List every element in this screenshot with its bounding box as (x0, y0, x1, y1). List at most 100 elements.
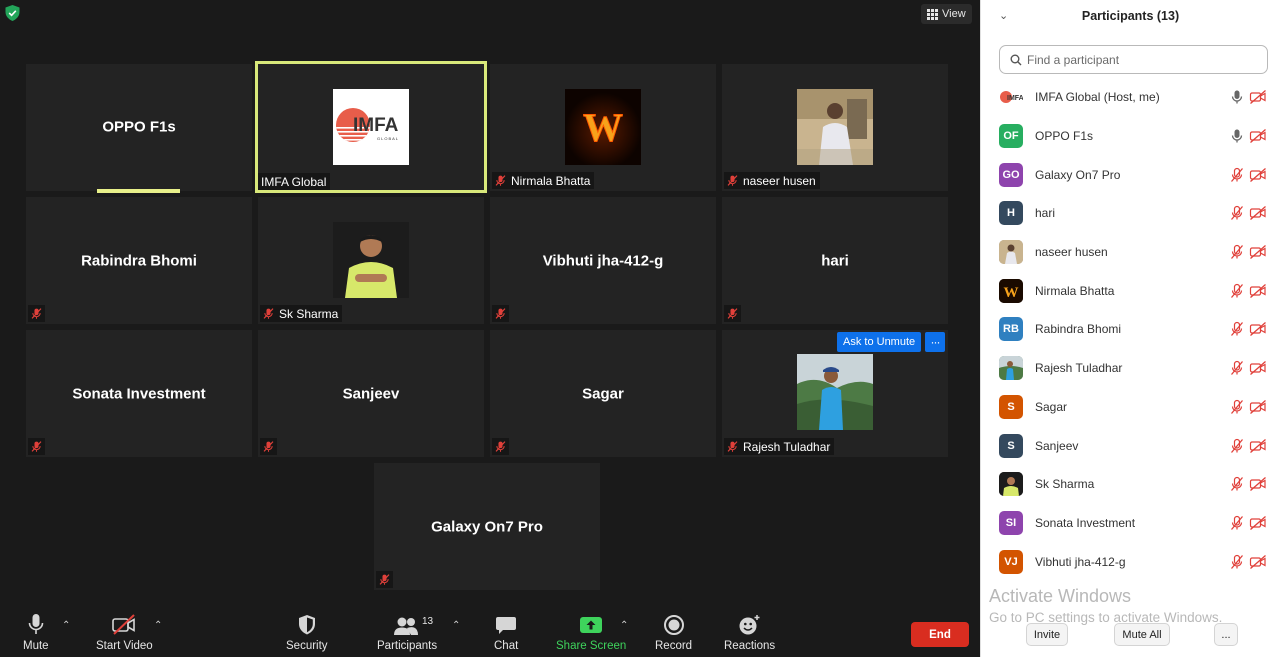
video-tile-vibhuti[interactable]: Vibhuti jha-412-g (490, 197, 716, 324)
panel-more-button[interactable]: ... (1214, 623, 1238, 646)
mic-muted-indicator (492, 438, 509, 455)
participant-list: IMFA IMFA Global (Host, me) OF OPPO F1s GO Ga… (981, 78, 1280, 581)
video-off-icon[interactable] (1249, 554, 1267, 570)
mic-muted-icon[interactable] (1229, 515, 1245, 531)
view-button[interactable]: View (921, 4, 972, 24)
video-options-caret[interactable]: ⌃ (154, 620, 162, 631)
video-off-icon[interactable] (1249, 244, 1267, 260)
mute-button[interactable]: Mute (23, 612, 49, 652)
share-screen-button[interactable]: Share Screen (556, 612, 626, 652)
microphone-icon (27, 612, 45, 636)
video-off-icon[interactable] (1249, 399, 1267, 415)
video-tile-naseer-husen[interactable]: naseer husen (722, 64, 948, 191)
participant-row[interactable]: OF OPPO F1s (981, 117, 1280, 156)
video-off-icon[interactable] (1249, 360, 1267, 376)
encryption-shield-icon[interactable] (5, 5, 20, 21)
participant-name: Sk Sharma (279, 306, 339, 321)
security-label: Security (286, 640, 328, 652)
share-screen-icon (579, 612, 603, 636)
mic-muted-icon[interactable] (1229, 205, 1245, 221)
participant-search[interactable] (999, 45, 1268, 74)
participant-row[interactable]: S Sagar (981, 388, 1280, 427)
participant-name: Sonata Investment (72, 385, 206, 402)
video-off-icon[interactable] (1249, 89, 1267, 105)
video-tile-sk-sharma[interactable]: Sk Sharma (258, 197, 484, 324)
mic-muted-icon (495, 441, 506, 452)
search-input[interactable] (1027, 52, 1247, 67)
chat-button[interactable]: Chat (494, 612, 518, 652)
video-off-icon[interactable] (1249, 128, 1267, 144)
mic-muted-icon[interactable] (1229, 554, 1245, 570)
security-button[interactable]: Security (286, 612, 328, 652)
participant-row[interactable]: Sk Sharma (981, 465, 1280, 504)
participant-name: Rabindra Bhomi (1035, 322, 1122, 337)
start-video-button[interactable]: Start Video (96, 612, 153, 652)
share-options-caret[interactable]: ⌃ (620, 620, 628, 631)
participant-row[interactable]: SI Sonata Investment (981, 504, 1280, 543)
video-off-icon[interactable] (1249, 321, 1267, 337)
video-tile-sonata-investment[interactable]: Sonata Investment (26, 330, 252, 457)
participant-row[interactable]: RB Rabindra Bhomi (981, 310, 1280, 349)
avatar-initials: SI (1005, 516, 1017, 529)
audio-options-caret[interactable]: ⌃ (62, 620, 70, 631)
mute-label: Mute (23, 640, 49, 652)
avatar: SI (999, 510, 1023, 535)
participant-name: Nirmala Bhatta (511, 173, 591, 188)
video-off-icon[interactable] (1249, 205, 1267, 221)
mic-muted-icon (31, 308, 42, 319)
imfa-logo: IMFA GLOBAL (333, 89, 409, 165)
mic-muted-icon[interactable] (1229, 167, 1245, 183)
video-off-icon[interactable] (1249, 438, 1267, 454)
invite-button[interactable]: Invite (1026, 623, 1068, 646)
video-off-icon[interactable] (1249, 515, 1267, 531)
microphone-icon[interactable] (1229, 128, 1245, 144)
video-off-icon[interactable] (1249, 476, 1267, 492)
ask-to-unmute-button[interactable]: Ask to Unmute (837, 332, 922, 352)
video-tile-sanjeev[interactable]: Sanjeev (258, 330, 484, 457)
participant-name: OPPO F1s (102, 118, 176, 135)
participant-row[interactable]: VJ Vibhuti jha-412-g (981, 542, 1280, 581)
avatar: VJ (999, 549, 1023, 574)
video-tile-oppo-f1s[interactable]: OPPO F1s (26, 64, 252, 191)
video-off-icon[interactable] (1249, 167, 1267, 183)
participant-row[interactable]: Hhari (981, 194, 1280, 233)
mute-all-button[interactable]: Mute All (1114, 623, 1170, 646)
video-gallery: View OPPO F1s IMFA GLOBAL IMFA Global W … (0, 0, 980, 657)
tile-more-options-button[interactable]: ··· (925, 332, 945, 352)
reactions-button[interactable]: Reactions (724, 612, 775, 652)
participant-row[interactable]: S Sanjeev (981, 426, 1280, 465)
video-tile-nirmala-bhatta[interactable]: W Nirmala Bhatta (490, 64, 716, 191)
mic-muted-icon[interactable] (1229, 321, 1245, 337)
participant-row[interactable]: IMFA IMFA Global (Host, me) (981, 78, 1280, 117)
participants-options-caret[interactable]: ⌃ (452, 620, 460, 631)
participants-count-badge: 13 (422, 616, 434, 627)
participant-name: naseer husen (743, 173, 816, 188)
mic-muted-icon[interactable] (1229, 438, 1245, 454)
participant-row[interactable]: GO Galaxy On7 Pro (981, 155, 1280, 194)
video-tile-rabindra-bhomi[interactable]: Rabindra Bhomi (26, 197, 252, 324)
mic-muted-icon[interactable] (1229, 360, 1245, 376)
participant-row[interactable]: Rajesh Tuladhar (981, 349, 1280, 388)
participant-name: IMFA Global (Host, me) (1035, 90, 1160, 105)
video-off-icon[interactable] (1249, 283, 1267, 299)
video-tile-sagar[interactable]: Sagar (490, 330, 716, 457)
mic-muted-indicator (260, 438, 277, 455)
video-tile-imfa-global[interactable]: IMFA GLOBAL IMFA Global (255, 61, 487, 193)
microphone-icon[interactable] (1229, 89, 1245, 105)
participant-row[interactable]: naseer husen (981, 233, 1280, 272)
speaking-indicator (97, 189, 180, 193)
end-meeting-button[interactable]: End (911, 622, 969, 647)
mic-muted-icon[interactable] (1229, 244, 1245, 260)
mic-muted-icon (379, 574, 390, 585)
mic-muted-icon[interactable] (1229, 476, 1245, 492)
record-button[interactable]: Record (655, 612, 692, 652)
person-photo-icon (333, 222, 409, 298)
video-tile-galaxy-on7-pro[interactable]: Galaxy On7 Pro (374, 463, 600, 590)
mic-muted-icon[interactable] (1229, 283, 1245, 299)
participant-name: hari (821, 252, 849, 269)
participant-row[interactable]: W Nirmala Bhatta (981, 271, 1280, 310)
video-tile-hari[interactable]: hari (722, 197, 948, 324)
mic-muted-icon (263, 308, 274, 319)
avatar: S (999, 433, 1023, 458)
mic-muted-icon[interactable] (1229, 399, 1245, 415)
